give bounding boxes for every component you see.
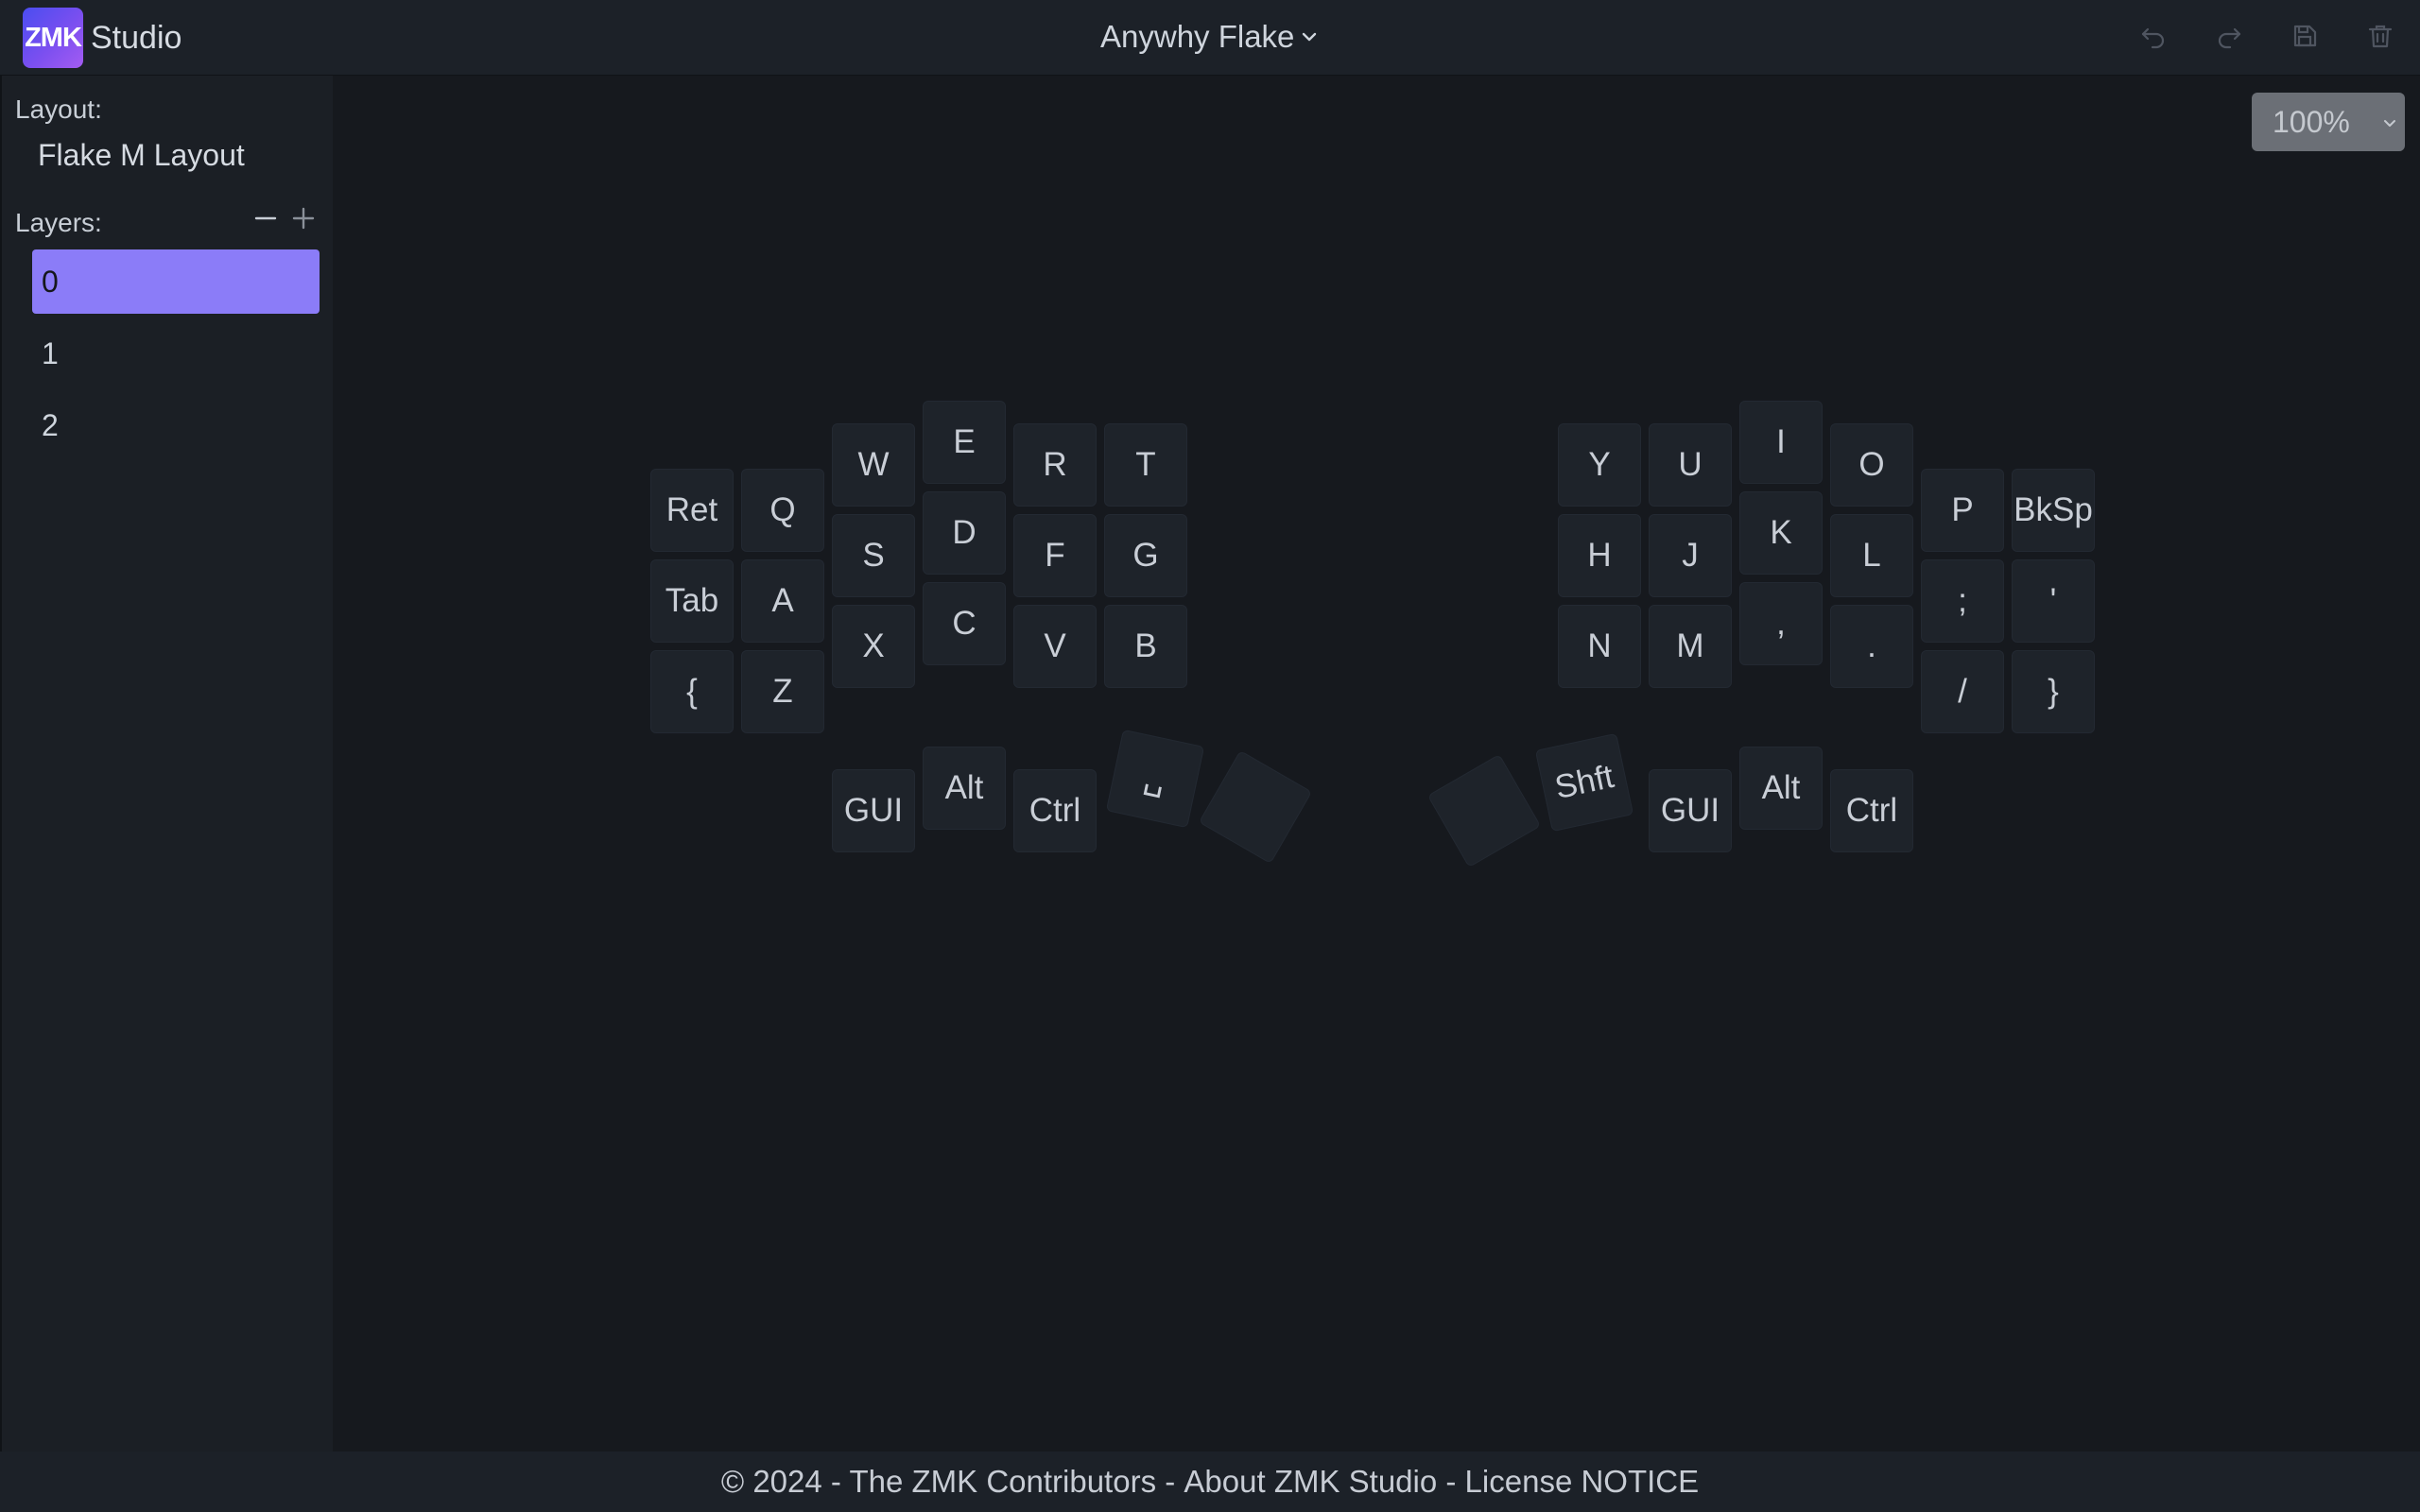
plus-icon [292, 207, 315, 234]
key[interactable]: , [1739, 582, 1823, 665]
key[interactable]: X [832, 605, 915, 688]
key[interactable]: M [1649, 605, 1732, 688]
key[interactable]: Alt [923, 747, 1006, 830]
key[interactable]: Ret [650, 469, 734, 552]
key[interactable]: H [1558, 514, 1641, 597]
key[interactable]: C [923, 582, 1006, 665]
key[interactable]: U [1649, 423, 1732, 507]
key[interactable]: GUI [832, 769, 915, 852]
key[interactable] [1426, 753, 1542, 868]
zoom-value: 100% [2273, 104, 2350, 139]
footer: © 2024 - The ZMK Contributors - About ZM… [0, 1452, 2420, 1512]
footer-separator: - [1156, 1464, 1184, 1499]
delete-button[interactable] [2363, 17, 2397, 59]
key[interactable]: I [1739, 401, 1823, 484]
key[interactable]: D [923, 491, 1006, 575]
key[interactable]: B [1104, 605, 1187, 688]
layout-label: Layout: [15, 94, 102, 124]
zoom-select[interactable]: 100% [2252, 93, 2405, 151]
redo-icon [2215, 22, 2243, 55]
key[interactable]: BkSp [2012, 469, 2095, 552]
key[interactable]: Q [741, 469, 824, 552]
remove-layer-button[interactable] [251, 206, 280, 234]
chevron-down-icon [2384, 120, 2395, 127]
key[interactable]: L [1830, 514, 1913, 597]
keymap-canvas: 100% Ret Q W E R T Tab A S D F G { Z X C… [333, 76, 2420, 1452]
key[interactable]: K [1739, 491, 1823, 575]
key[interactable]: V [1013, 605, 1097, 688]
key[interactable]: GUI [1649, 769, 1732, 852]
chevron-down-icon [1300, 27, 1319, 46]
zmk-logo: ZMK [23, 8, 83, 68]
key[interactable]: A [741, 559, 824, 643]
key[interactable]: N [1558, 605, 1641, 688]
key[interactable]: Z [741, 650, 824, 733]
key[interactable]: W [832, 423, 915, 507]
layer-item-1[interactable]: 1 [32, 321, 320, 386]
key[interactable]: } [2012, 650, 2095, 733]
add-layer-button[interactable] [289, 206, 318, 234]
undo-icon [2139, 22, 2168, 55]
key[interactable]: G [1104, 514, 1187, 597]
key[interactable]: F [1013, 514, 1097, 597]
redo-button[interactable] [2212, 17, 2246, 59]
undo-button[interactable] [2136, 17, 2170, 59]
key[interactable]: Tab [650, 559, 734, 643]
key[interactable]: . [1830, 605, 1913, 688]
app-header: ZMK Studio Anywhy Flake [0, 0, 2420, 76]
key[interactable]: Y [1558, 423, 1641, 507]
layout-name[interactable]: Flake M Layout [38, 138, 245, 173]
key[interactable]: ␣ [1105, 729, 1205, 829]
key[interactable]: ' [2012, 559, 2095, 643]
key[interactable]: S [832, 514, 915, 597]
save-button[interactable] [2288, 17, 2322, 59]
key[interactable]: P [1921, 469, 2004, 552]
minus-icon [254, 207, 277, 234]
key[interactable]: T [1104, 423, 1187, 507]
key[interactable]: Shft [1534, 732, 1634, 833]
key[interactable]: { [650, 650, 734, 733]
key[interactable]: Alt [1739, 747, 1823, 830]
layer-item-0[interactable]: 0 [32, 249, 320, 314]
key[interactable]: O [1830, 423, 1913, 507]
key[interactable]: J [1649, 514, 1732, 597]
license-link[interactable]: License NOTICE [1465, 1464, 1700, 1500]
zmk-studio-app: ZMK Studio Anywhy Flake Layout: Flake M … [0, 0, 2420, 1512]
key[interactable]: E [923, 401, 1006, 484]
keyboard-selector[interactable]: Anywhy Flake [1100, 15, 1319, 59]
trash-icon [2366, 22, 2394, 55]
key[interactable] [1198, 749, 1313, 865]
key[interactable]: Ctrl [1013, 769, 1097, 852]
layer-list: 0 1 2 [32, 249, 320, 465]
footer-separator: - [1437, 1464, 1465, 1499]
key[interactable]: ; [1921, 559, 2004, 643]
layers-label: Layers: [15, 208, 102, 237]
key[interactable]: / [1921, 650, 2004, 733]
key[interactable]: R [1013, 423, 1097, 507]
app-name: Studio [91, 20, 182, 56]
keyboard-name: Anywhy Flake [1100, 19, 1295, 54]
save-icon [2290, 22, 2319, 55]
layer-item-2[interactable]: 2 [32, 393, 320, 457]
copyright-text: © 2024 - The ZMK Contributors [720, 1464, 1157, 1499]
sidebar: Layout: Flake M Layout Layers: 0 1 2 [0, 76, 333, 1452]
about-link[interactable]: About ZMK Studio [1184, 1464, 1437, 1500]
key[interactable]: Ctrl [1830, 769, 1913, 852]
header-actions [2136, 17, 2397, 59]
